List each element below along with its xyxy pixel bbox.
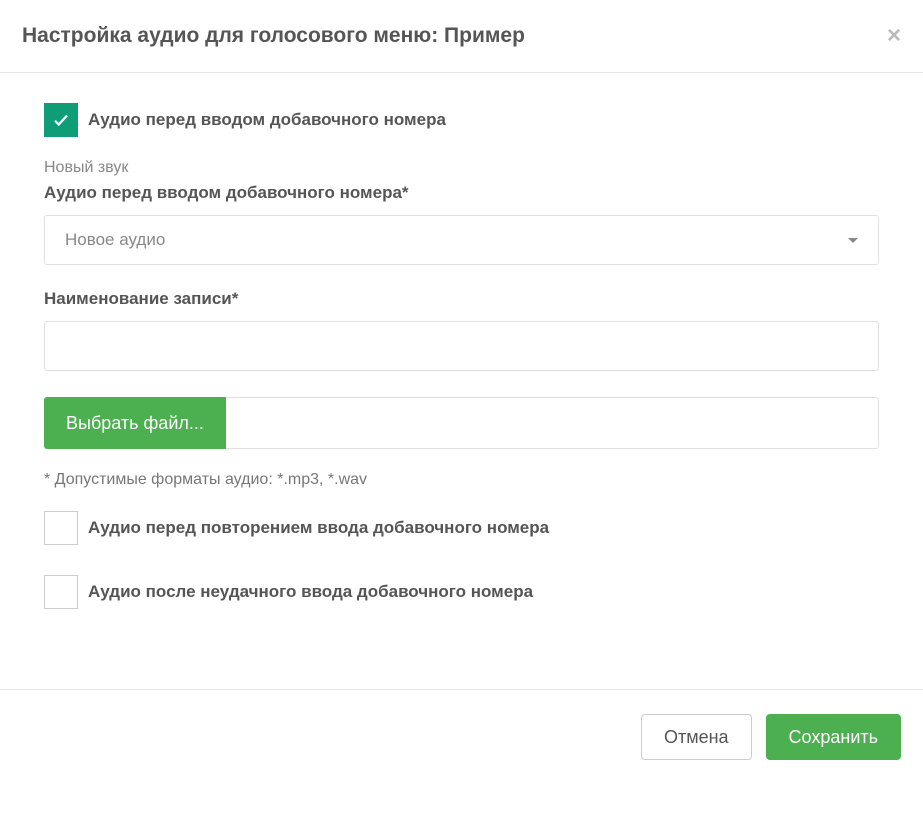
file-row: Выбрать файл... [44, 397, 879, 449]
checkbox-row-before-input: Аудио перед вводом добавочного номера [44, 103, 879, 137]
audio-select-value: Новое аудио [65, 230, 165, 250]
checkbox-after-fail[interactable] [44, 575, 78, 609]
modal-footer: Отмена Сохранить [0, 689, 923, 788]
checkbox-after-fail-label: Аудио после неудачного ввода добавочного… [88, 582, 533, 602]
name-field-label: Наименование записи* [44, 289, 879, 309]
audio-settings-modal: Настройка аудио для голосового меню: При… [0, 0, 923, 788]
file-name-display [226, 397, 879, 449]
cancel-button[interactable]: Отмена [641, 714, 752, 760]
audio-select[interactable]: Новое аудио [44, 215, 879, 265]
chevron-down-icon [848, 238, 858, 243]
audio-field-label: Аудио перед вводом добавочного номера* [44, 183, 879, 203]
record-name-input[interactable] [44, 321, 879, 371]
checkbox-row-after-fail: Аудио после неудачного ввода добавочного… [44, 575, 879, 609]
modal-title: Настройка аудио для голосового меню: При… [22, 24, 525, 48]
modal-body: Аудио перед вводом добавочного номера Но… [0, 73, 923, 659]
save-button[interactable]: Сохранить [766, 714, 901, 760]
checkbox-before-repeat-label: Аудио перед повторением ввода добавочног… [88, 518, 549, 538]
modal-header: Настройка аудио для голосового меню: При… [0, 0, 923, 73]
close-icon[interactable]: × [887, 24, 901, 48]
new-sound-label: Новый звук [44, 159, 879, 177]
format-hint: * Допустимые форматы аудио: *.mp3, *.wav [44, 471, 879, 489]
checkbox-before-input-label: Аудио перед вводом добавочного номера [88, 110, 446, 130]
audio-select-wrapper: Новое аудио [44, 215, 879, 265]
choose-file-button[interactable]: Выбрать файл... [44, 397, 226, 449]
check-icon [52, 111, 70, 129]
checkbox-before-repeat[interactable] [44, 511, 78, 545]
checkbox-before-input[interactable] [44, 103, 78, 137]
checkbox-row-before-repeat: Аудио перед повторением ввода добавочног… [44, 511, 879, 545]
